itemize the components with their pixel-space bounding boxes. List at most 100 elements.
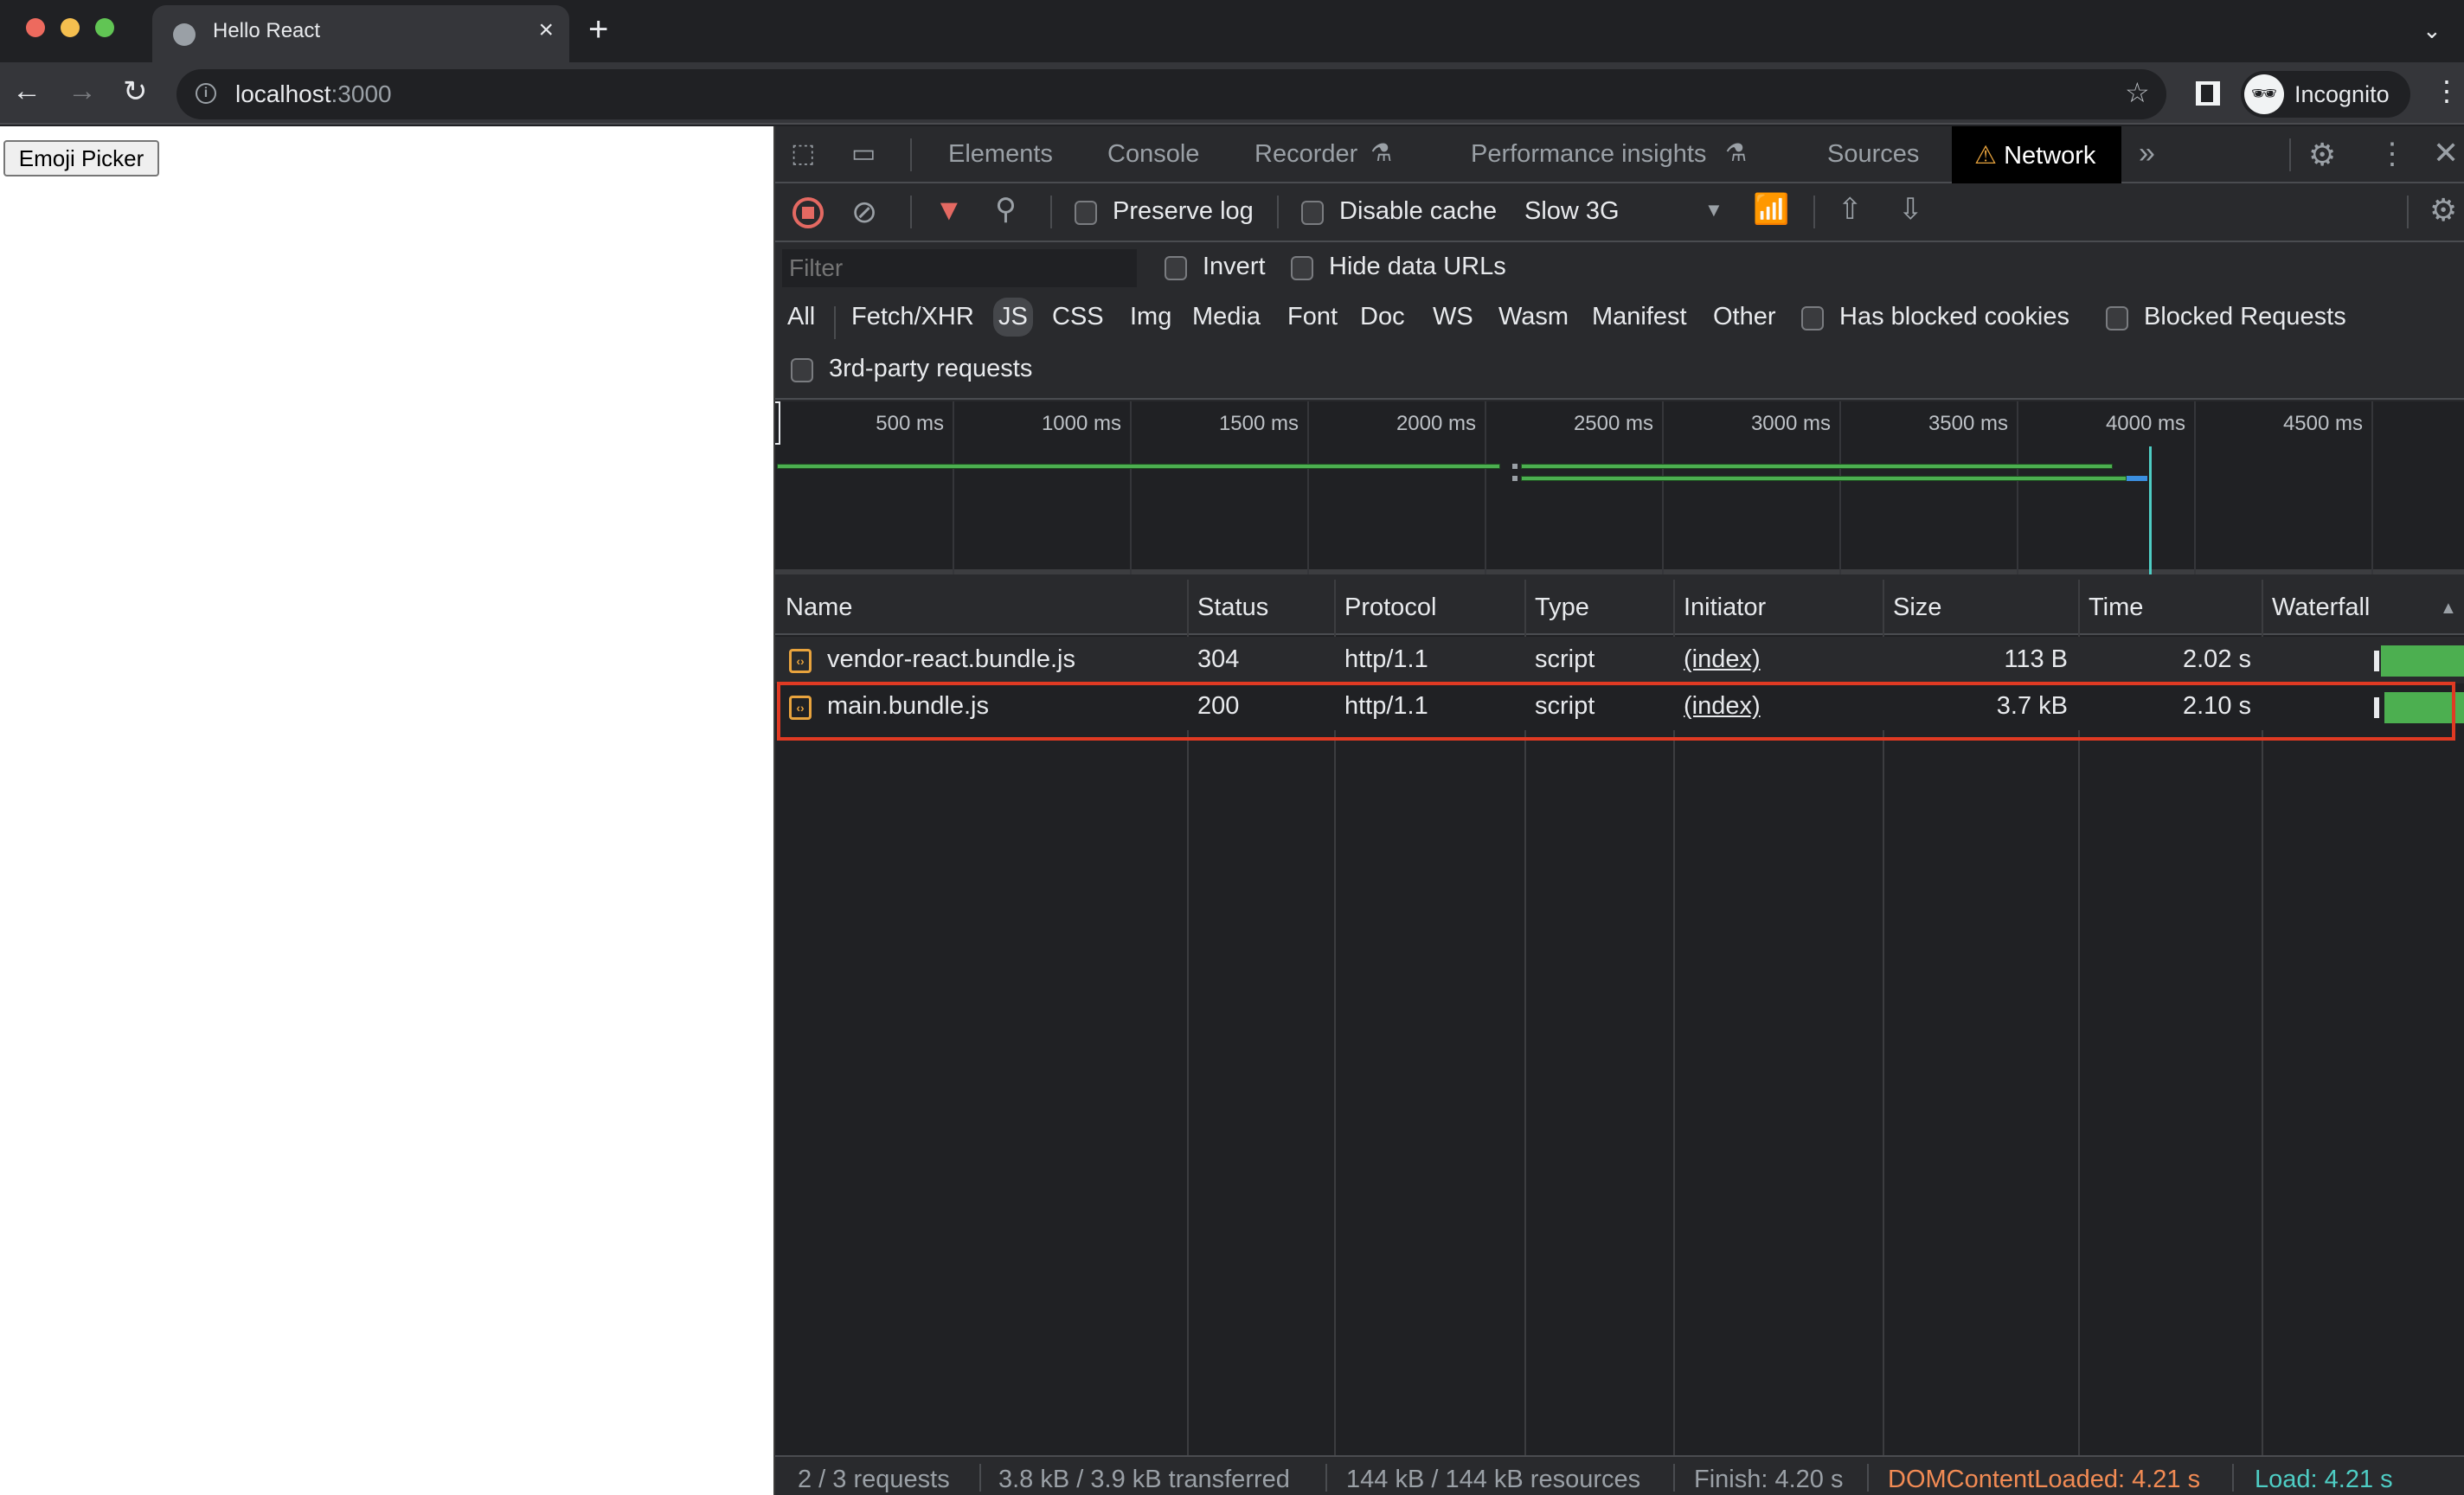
close-tab-icon[interactable]: × <box>538 16 554 45</box>
type-filter-ws[interactable]: WS <box>1428 298 1479 337</box>
type-filter-manifest[interactable]: Manifest <box>1587 298 1692 337</box>
col-waterfall[interactable]: Waterfall <box>2272 594 2370 622</box>
blocked-requests-checkbox[interactable] <box>2106 306 2128 330</box>
col-protocol[interactable]: Protocol <box>1344 594 1436 622</box>
overview-bar-vendor-download <box>1521 464 2113 469</box>
status-transferred: 3.8 kB / 3.9 kB transferred <box>998 1466 1290 1493</box>
filter-funnel-icon[interactable]: ▼ <box>934 194 964 228</box>
overview-tick-label: 4500 ms <box>2282 412 2363 435</box>
disable-cache-checkbox[interactable] <box>1301 201 1324 225</box>
maximize-window-button[interactable] <box>95 18 114 37</box>
import-har-icon[interactable]: ⇧ <box>1838 192 1863 227</box>
request-size: 113 B <box>2004 645 2068 673</box>
overview-gridline <box>1485 401 1486 574</box>
overview-tick-label: 1500 ms <box>1218 412 1299 435</box>
type-filter-media[interactable]: Media <box>1187 298 1266 337</box>
bookmark-star-icon[interactable]: ☆ <box>2125 76 2150 109</box>
browser-menu-icon[interactable]: ⋮ <box>2433 74 2461 107</box>
request-name[interactable]: vendor-react.bundle.js <box>827 645 1075 674</box>
warning-icon: ⚠ <box>1974 142 1997 170</box>
overview-gridline <box>2194 401 2196 574</box>
request-protocol: http/1.1 <box>1344 645 1428 673</box>
emoji-picker-button[interactable]: Emoji Picker <box>3 140 159 176</box>
network-settings-gear-icon[interactable]: ⚙ <box>2429 192 2457 228</box>
col-type[interactable]: Type <box>1535 594 1589 622</box>
back-button[interactable]: ← <box>12 74 42 108</box>
overview-gridline <box>1130 401 1132 574</box>
browser-tab[interactable]: Hello React × <box>152 5 569 62</box>
status-load: Load: 4.21 s <box>2255 1466 2393 1493</box>
network-conditions-icon[interactable]: 📶 <box>1753 192 1789 227</box>
type-filter-other[interactable]: Other <box>1708 298 1781 337</box>
col-time[interactable]: Time <box>2089 594 2143 622</box>
type-filter-img[interactable]: Img <box>1125 298 1177 337</box>
overview-tick-label: 1000 ms <box>1041 412 1121 435</box>
overview-tick-label: 2500 ms <box>1573 412 1653 435</box>
incognito-profile-button[interactable]: 🕶 Incognito <box>2241 71 2410 118</box>
blocked-requests-label: Blocked Requests <box>2144 303 2346 330</box>
tab-console[interactable]: Console <box>1107 140 1199 169</box>
type-filter-doc[interactable]: Doc <box>1355 298 1410 337</box>
tab-search-chevron-icon[interactable]: ⌄ <box>2422 17 2442 44</box>
col-status[interactable]: Status <box>1197 594 1268 622</box>
highlight-annotation-box <box>777 682 2455 741</box>
tab-sources[interactable]: Sources <box>1827 140 1919 169</box>
export-har-icon[interactable]: ⇩ <box>1898 192 1923 227</box>
col-initiator[interactable]: Initiator <box>1684 594 1766 622</box>
clear-icon[interactable]: ⊘ <box>851 194 877 230</box>
col-size[interactable]: Size <box>1893 594 1941 622</box>
url-host: localhost <box>235 80 331 107</box>
type-filter-js[interactable]: JS <box>993 298 1033 337</box>
search-icon[interactable]: ⚲ <box>995 192 1017 227</box>
overview-gridline <box>2371 401 2373 574</box>
forward-button[interactable]: → <box>67 74 97 108</box>
overview-gridline <box>1839 401 1841 574</box>
request-initiator-link[interactable]: (index) <box>1684 645 1761 674</box>
close-window-button[interactable] <box>26 18 45 37</box>
type-filter-all[interactable]: All <box>782 298 820 337</box>
close-devtools-icon[interactable]: ✕ <box>2433 135 2459 171</box>
tab-elements[interactable]: Elements <box>948 140 1053 169</box>
new-tab-button[interactable]: + <box>588 10 608 49</box>
flask-icon: ⚗ <box>1725 139 1748 166</box>
inspect-element-icon[interactable]: ⬚ <box>791 138 815 169</box>
col-name[interactable]: Name <box>786 594 852 622</box>
address-bar[interactable]: i localhost:3000 <box>176 69 2166 119</box>
reload-button[interactable]: ↻ <box>123 74 148 109</box>
network-overview-timeline[interactable]: 500 ms 1000 ms 1500 ms 2000 ms 2500 ms 3000 m… <box>775 401 2464 574</box>
third-party-checkbox[interactable] <box>791 358 813 382</box>
device-toolbar-icon[interactable]: ▭ <box>851 138 876 169</box>
tab-performance-insights[interactable]: Performance insights <box>1471 140 1706 169</box>
site-info-icon[interactable]: i <box>196 83 216 104</box>
requests-table: Name Status Protocol Type Initiator Size… <box>775 580 2464 1455</box>
dropdown-triangle-icon[interactable]: ▼ <box>1704 199 1723 221</box>
status-dom-content-loaded: DOMContentLoaded: 4.21 s <box>1888 1466 2201 1493</box>
record-stop-button[interactable] <box>792 197 824 228</box>
table-row[interactable]: ‹› vendor-react.bundle.js 304 http/1.1 s… <box>775 637 2464 683</box>
type-filter-css[interactable]: CSS <box>1047 298 1109 337</box>
type-filter-fetch-xhr[interactable]: Fetch/XHR <box>846 298 979 337</box>
preserve-log-checkbox[interactable] <box>1075 201 1097 225</box>
invert-checkbox[interactable] <box>1165 256 1187 280</box>
tab-recorder[interactable]: Recorder <box>1254 140 1357 169</box>
globe-icon <box>173 23 196 46</box>
tab-network[interactable]: ⚠ Network <box>1952 126 2122 183</box>
devtools-panel: ⬚ ▭ Elements Console Recorder ⚗ Performa… <box>773 126 2464 1495</box>
flask-icon: ⚗ <box>1370 139 1393 166</box>
throttling-select[interactable]: Slow 3G <box>1524 197 1620 226</box>
minimize-window-button[interactable] <box>61 18 80 37</box>
third-party-label: 3rd-party requests <box>829 355 1033 382</box>
settings-gear-icon[interactable]: ⚙ <box>2308 137 2336 173</box>
more-tabs-chevron-icon[interactable]: » <box>2139 137 2155 170</box>
type-filter-wasm[interactable]: Wasm <box>1493 298 1574 337</box>
devtools-menu-icon[interactable]: ⋮ <box>2377 137 2407 171</box>
type-filter-font[interactable]: Font <box>1282 298 1343 337</box>
overview-gridline <box>1307 401 1309 574</box>
overview-selection-handle[interactable] <box>775 401 780 445</box>
status-resources: 144 kB / 144 kB resources <box>1346 1466 1641 1493</box>
hide-data-urls-checkbox[interactable] <box>1291 256 1313 280</box>
has-blocked-cookies-checkbox[interactable] <box>1801 306 1824 330</box>
overview-tick-label: 4000 ms <box>2105 412 2185 435</box>
side-panel-icon[interactable] <box>2196 81 2220 106</box>
filter-input[interactable] <box>782 249 1137 287</box>
